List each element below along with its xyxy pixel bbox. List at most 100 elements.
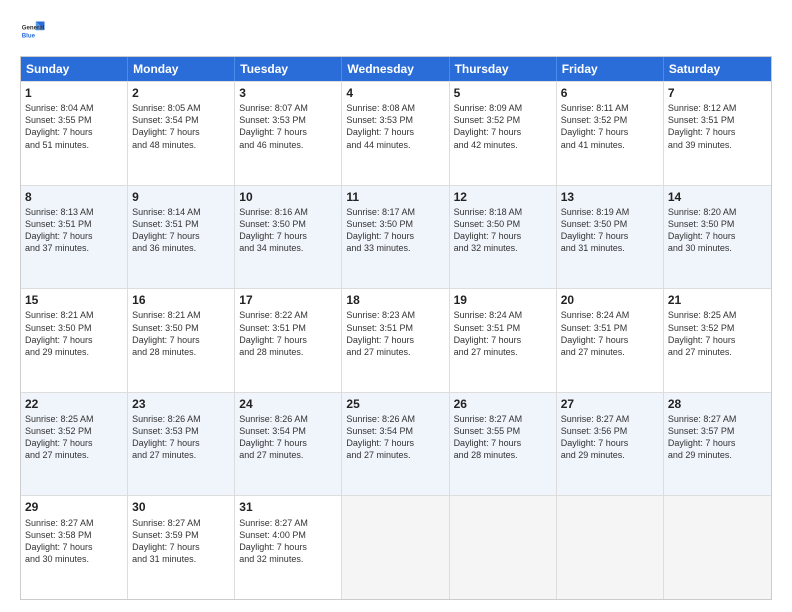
calendar-cell: 18Sunrise: 8:23 AMSunset: 3:51 PMDayligh… [342,289,449,392]
day-info: Sunrise: 8:11 AM [561,102,659,114]
svg-text:Blue: Blue [22,32,36,39]
day-info: Daylight: 7 hours [668,437,767,449]
day-info: Sunrise: 8:25 AM [25,413,123,425]
day-number: 28 [668,396,767,412]
day-info: Sunrise: 8:27 AM [132,517,230,529]
day-info: and 33 minutes. [346,242,444,254]
calendar-cell: 25Sunrise: 8:26 AMSunset: 3:54 PMDayligh… [342,393,449,496]
day-info: and 27 minutes. [239,449,337,461]
day-info: and 51 minutes. [25,139,123,151]
calendar-row: 22Sunrise: 8:25 AMSunset: 3:52 PMDayligh… [21,392,771,496]
day-info: Daylight: 7 hours [346,126,444,138]
day-number: 1 [25,85,123,101]
day-info: and 29 minutes. [668,449,767,461]
weekday-header: Monday [128,57,235,81]
day-info: Daylight: 7 hours [454,334,552,346]
day-info: Sunrise: 8:19 AM [561,206,659,218]
calendar-cell: 4Sunrise: 8:08 AMSunset: 3:53 PMDaylight… [342,82,449,185]
day-info: Sunset: 3:59 PM [132,529,230,541]
day-info: Daylight: 7 hours [346,334,444,346]
page: General Blue SundayMondayTuesdayWednesda… [0,0,792,612]
logo-icon: General Blue [20,18,48,46]
day-info: Sunrise: 8:12 AM [668,102,767,114]
day-info: Daylight: 7 hours [454,437,552,449]
day-info: Sunset: 3:50 PM [132,322,230,334]
day-number: 24 [239,396,337,412]
day-info: Sunrise: 8:20 AM [668,206,767,218]
day-info: Sunrise: 8:21 AM [132,309,230,321]
day-info: Sunrise: 8:24 AM [454,309,552,321]
day-info: and 46 minutes. [239,139,337,151]
calendar-row: 8Sunrise: 8:13 AMSunset: 3:51 PMDaylight… [21,185,771,289]
day-number: 6 [561,85,659,101]
calendar-cell: 23Sunrise: 8:26 AMSunset: 3:53 PMDayligh… [128,393,235,496]
day-info: Sunrise: 8:05 AM [132,102,230,114]
day-info: Sunrise: 8:26 AM [346,413,444,425]
day-info: Daylight: 7 hours [454,230,552,242]
day-info: and 27 minutes. [561,346,659,358]
day-info: Sunrise: 8:14 AM [132,206,230,218]
day-info: Sunset: 3:50 PM [561,218,659,230]
day-info: Sunset: 3:51 PM [668,114,767,126]
day-number: 4 [346,85,444,101]
day-info: Sunset: 3:50 PM [454,218,552,230]
weekday-header: Tuesday [235,57,342,81]
day-info: Daylight: 7 hours [239,230,337,242]
calendar-cell: 26Sunrise: 8:27 AMSunset: 3:55 PMDayligh… [450,393,557,496]
day-info: Sunset: 3:56 PM [561,425,659,437]
day-info: Sunset: 3:51 PM [561,322,659,334]
day-info: and 27 minutes. [346,449,444,461]
day-number: 29 [25,499,123,515]
day-info: and 48 minutes. [132,139,230,151]
calendar-cell: 7Sunrise: 8:12 AMSunset: 3:51 PMDaylight… [664,82,771,185]
day-info: Sunset: 3:54 PM [132,114,230,126]
day-info: Sunset: 3:52 PM [25,425,123,437]
day-info: Sunrise: 8:21 AM [25,309,123,321]
day-info: Sunset: 3:54 PM [346,425,444,437]
day-info: Daylight: 7 hours [25,437,123,449]
day-info: Sunrise: 8:17 AM [346,206,444,218]
day-info: and 41 minutes. [561,139,659,151]
day-info: and 27 minutes. [346,346,444,358]
day-number: 8 [25,189,123,205]
calendar-cell: 30Sunrise: 8:27 AMSunset: 3:59 PMDayligh… [128,496,235,599]
day-number: 23 [132,396,230,412]
calendar-cell: 24Sunrise: 8:26 AMSunset: 3:54 PMDayligh… [235,393,342,496]
day-info: Daylight: 7 hours [25,334,123,346]
day-info: Daylight: 7 hours [239,126,337,138]
calendar-cell: 11Sunrise: 8:17 AMSunset: 3:50 PMDayligh… [342,186,449,289]
calendar-cell: 1Sunrise: 8:04 AMSunset: 3:55 PMDaylight… [21,82,128,185]
day-info: and 28 minutes. [132,346,230,358]
day-info: Daylight: 7 hours [132,437,230,449]
weekday-header: Sunday [21,57,128,81]
day-info: Sunrise: 8:27 AM [25,517,123,529]
calendar-cell: 13Sunrise: 8:19 AMSunset: 3:50 PMDayligh… [557,186,664,289]
day-info: Daylight: 7 hours [25,126,123,138]
svg-text:General: General [22,24,45,31]
day-number: 13 [561,189,659,205]
day-number: 25 [346,396,444,412]
day-info: Sunrise: 8:25 AM [668,309,767,321]
calendar-cell: 2Sunrise: 8:05 AMSunset: 3:54 PMDaylight… [128,82,235,185]
day-number: 22 [25,396,123,412]
calendar-cell: 12Sunrise: 8:18 AMSunset: 3:50 PMDayligh… [450,186,557,289]
day-info: and 27 minutes. [132,449,230,461]
day-info: Sunrise: 8:04 AM [25,102,123,114]
day-info: and 36 minutes. [132,242,230,254]
day-info: Daylight: 7 hours [346,230,444,242]
day-info: Sunrise: 8:07 AM [239,102,337,114]
day-info: and 31 minutes. [132,553,230,565]
day-info: Daylight: 7 hours [132,334,230,346]
day-info: Daylight: 7 hours [132,126,230,138]
day-number: 14 [668,189,767,205]
day-number: 7 [668,85,767,101]
day-info: Daylight: 7 hours [668,230,767,242]
calendar-cell: 31Sunrise: 8:27 AMSunset: 4:00 PMDayligh… [235,496,342,599]
day-info: Daylight: 7 hours [668,334,767,346]
day-info: Daylight: 7 hours [561,437,659,449]
day-number: 5 [454,85,552,101]
day-info: Sunset: 3:55 PM [454,425,552,437]
day-info: Sunset: 3:51 PM [346,322,444,334]
day-info: Sunrise: 8:23 AM [346,309,444,321]
day-info: Sunrise: 8:16 AM [239,206,337,218]
